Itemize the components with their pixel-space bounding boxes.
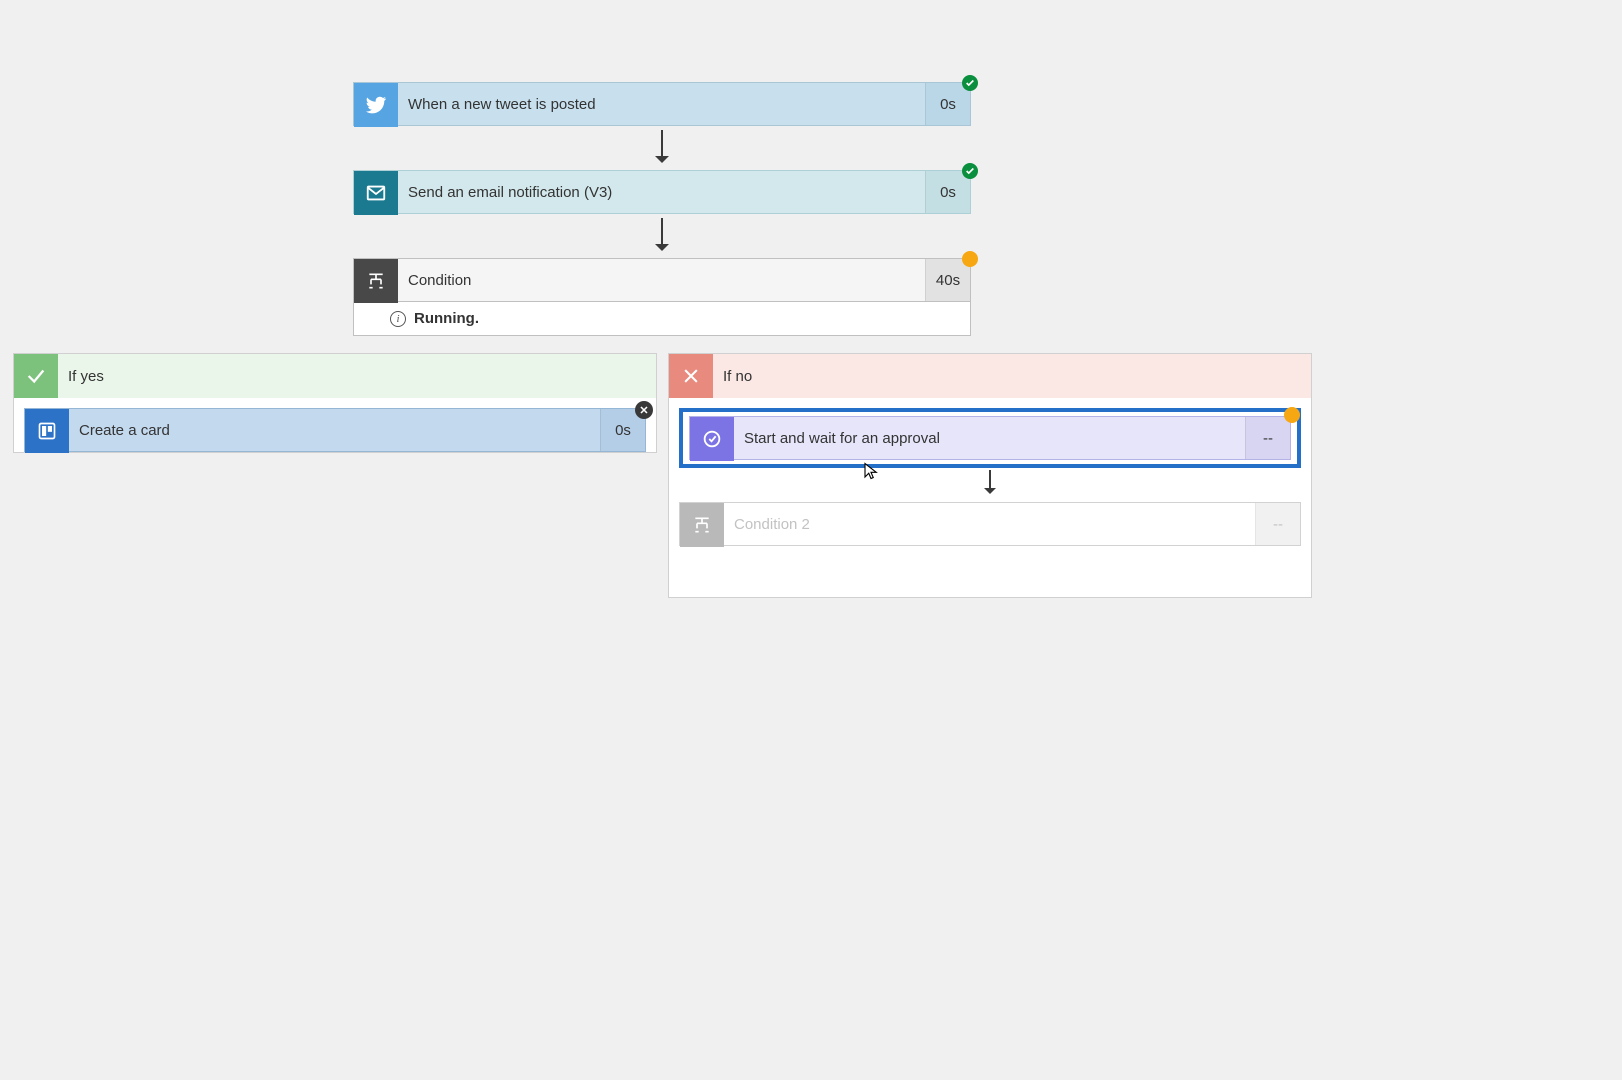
action-approval-selected-frame: Start and wait for an approval -- [679, 408, 1301, 468]
x-icon [669, 354, 713, 398]
branch-if-yes[interactable]: If yes Create a card 0s ✕ [13, 353, 657, 453]
action-approval-label: Start and wait for an approval [734, 417, 1245, 459]
action-email-step[interactable]: Send an email notification (V3) 0s [353, 170, 971, 214]
action-trello-label: Create a card [69, 409, 600, 451]
condition-2-step[interactable]: Condition 2 -- [679, 502, 1301, 546]
mouse-cursor-icon [862, 462, 880, 485]
trello-icon [25, 409, 69, 453]
check-icon [14, 354, 58, 398]
running-badge-icon [962, 251, 978, 267]
success-badge-icon [962, 163, 978, 179]
condition-step[interactable]: Condition 40s [353, 258, 971, 302]
condition-2-label: Condition 2 [724, 503, 1255, 545]
twitter-icon [354, 83, 398, 127]
condition-icon [354, 259, 398, 303]
condition-label: Condition [398, 259, 925, 301]
branch-if-no[interactable]: If no Start and wait for an approval -- [668, 353, 1312, 598]
branch-no-label: If no [713, 368, 762, 385]
condition-status-strip: i Running. [353, 302, 971, 336]
success-badge-icon [962, 75, 978, 91]
trigger-twitter-label: When a new tweet is posted [398, 83, 925, 125]
action-email-label: Send an email notification (V3) [398, 171, 925, 213]
flow-arrow-icon [353, 126, 971, 170]
flow-arrow-icon [353, 214, 971, 258]
trigger-twitter-step[interactable]: When a new tweet is posted 0s [353, 82, 971, 126]
branch-yes-label: If yes [58, 368, 114, 385]
running-badge-icon [1284, 407, 1300, 423]
condition-icon [680, 503, 724, 547]
condition-status-text: Running. [414, 310, 479, 327]
condition-2-duration: -- [1255, 503, 1300, 545]
action-approval-duration: -- [1245, 417, 1290, 459]
condition-duration: 40s [925, 259, 970, 301]
flow-arrow-icon [679, 468, 1301, 502]
action-approval-step[interactable]: Start and wait for an approval -- [689, 416, 1291, 460]
action-email-duration: 0s [925, 171, 970, 213]
branch-no-header: If no [669, 354, 1311, 398]
action-trello-card-step[interactable]: Create a card 0s ✕ [24, 408, 646, 452]
mail-icon [354, 171, 398, 215]
branch-yes-header: If yes [14, 354, 656, 398]
trigger-twitter-duration: 0s [925, 83, 970, 125]
approval-icon [690, 417, 734, 461]
close-icon[interactable]: ✕ [635, 401, 653, 419]
info-icon: i [390, 311, 406, 327]
